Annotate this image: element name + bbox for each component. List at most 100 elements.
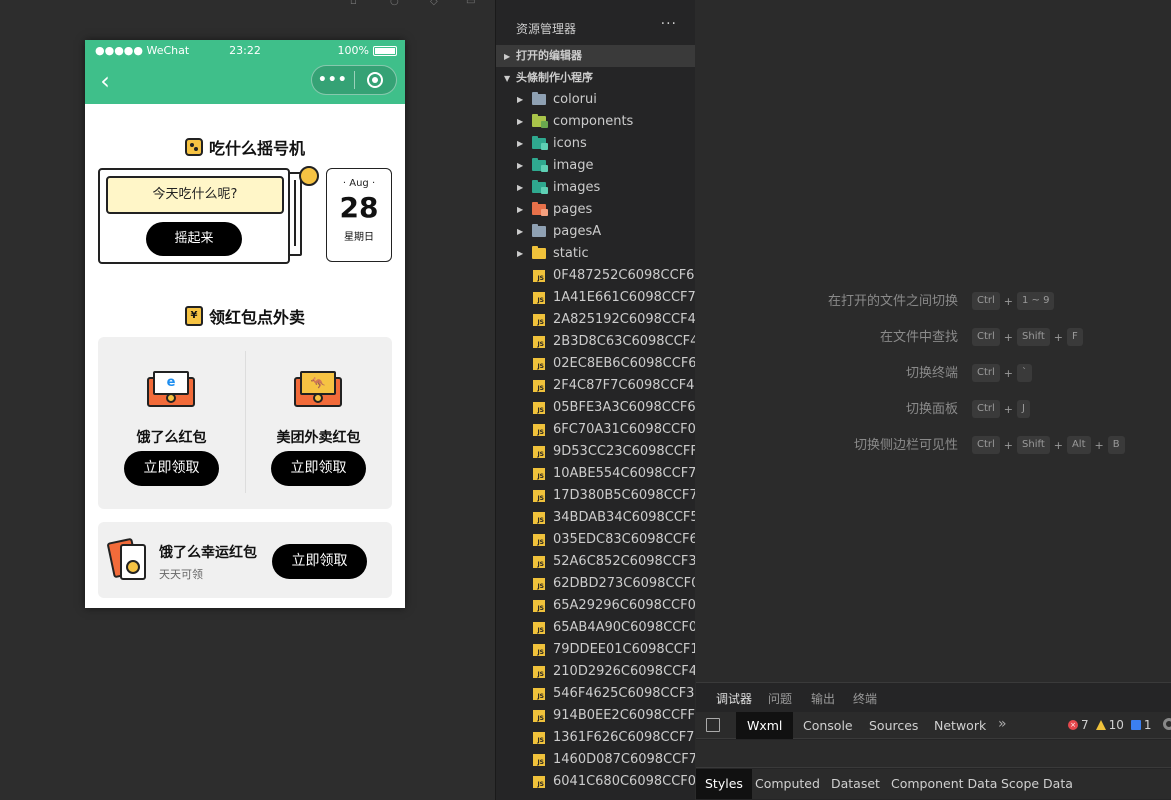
gear-icon[interactable]	[1163, 718, 1171, 730]
folder-row[interactable]: ▶ image	[496, 155, 695, 177]
chevron-right-icon: ▶	[517, 205, 524, 214]
back-arrow-icon[interactable]: ‹	[93, 69, 117, 94]
issue-counters[interactable]: × 7 10 1	[1068, 718, 1152, 732]
folder-icon	[532, 114, 548, 128]
tab-wxml[interactable]: Wxml	[736, 712, 794, 739]
folder-row[interactable]: ▶ components	[496, 111, 695, 133]
file-row[interactable]: JS 210D2926C6098CCF47...	[496, 661, 695, 683]
file-row[interactable]: JS 65AB4A90C6098CCF03...	[496, 617, 695, 639]
more-menu-button[interactable]: •••	[312, 72, 354, 88]
file-row[interactable]: JS 79DDEE01C6098CCF1F...	[496, 639, 695, 661]
file-name: 10ABE554C6098CCF76...	[553, 466, 695, 481]
more-actions-icon[interactable]: ···	[661, 16, 677, 32]
error-count: 7	[1081, 718, 1089, 732]
file-row[interactable]: JS 2B3D8C63C6098CCF4...	[496, 331, 695, 353]
file-row[interactable]: JS 2A825192C6098CCF4C...	[496, 309, 695, 331]
more-tabs-icon[interactable]: »	[998, 716, 1007, 732]
file-row[interactable]: JS 10ABE554C6098CCF76...	[496, 463, 695, 485]
file-row[interactable]: JS 1460D087C6098CCF72...	[496, 749, 695, 771]
tab-scope-data[interactable]: Scope Data	[992, 769, 1082, 799]
tab-problems[interactable]: 问题	[768, 690, 792, 707]
tab-terminal[interactable]: 终端	[853, 690, 877, 707]
plus-sign: +	[1003, 294, 1014, 308]
lever-handle[interactable]	[288, 172, 302, 256]
claim-lucky-button[interactable]: 立即领取	[272, 544, 367, 579]
open-editors-section[interactable]: ▶ 打开的编辑器	[496, 45, 695, 67]
file-row[interactable]: JS 035EDC83C6098CCF65...	[496, 529, 695, 551]
file-row[interactable]: JS 0F487252C6098CCF69...	[496, 265, 695, 287]
tab-output[interactable]: 输出	[811, 690, 835, 707]
explorer-title: 资源管理器	[516, 22, 577, 36]
claim-eleme-button[interactable]: 立即领取	[124, 451, 219, 486]
lever-ball-icon[interactable]	[299, 166, 319, 186]
file-name: 210D2926C6098CCF47...	[553, 664, 695, 679]
folder-row[interactable]: ▶ pages	[496, 199, 695, 221]
tab-component-data[interactable]: Component Data	[882, 769, 1006, 799]
file-row[interactable]: JS 62DBD273C6098CCF04...	[496, 573, 695, 595]
folder-row[interactable]: ▶ static	[496, 243, 695, 265]
chevron-right-icon: ▶	[504, 52, 511, 61]
file-row[interactable]: JS 2F4C87F7C6098CCF49...	[496, 375, 695, 397]
js-file-icon: JS	[533, 600, 545, 612]
tab-network[interactable]: Network	[923, 712, 997, 739]
file-row[interactable]: JS 1361F626C6098CCF75...	[496, 727, 695, 749]
shortcut-label: 切换侧边栏可见性	[853, 438, 958, 453]
toolbar-icon[interactable]: ◇	[430, 0, 438, 7]
tab-console[interactable]: Console	[792, 712, 864, 739]
file-name: 2A825192C6098CCF4C...	[553, 312, 695, 327]
status-bar: ●●●●● WeChat 23:22 100%	[85, 40, 405, 62]
file-row[interactable]: JS 6FC70A31C6098CCF09...	[496, 419, 695, 441]
file-name: 1460D087C6098CCF72...	[553, 752, 695, 767]
tab-dataset[interactable]: Dataset	[822, 769, 889, 799]
file-row[interactable]: JS 914B0EE2C6098CCFF7...	[496, 705, 695, 727]
toolbar-icon[interactable]: ▭	[466, 0, 475, 7]
js-file-icon: JS	[533, 754, 545, 766]
key-cap: J	[1017, 400, 1030, 418]
coupon-meituan: 🦘 美团外卖红包 立即领取	[245, 337, 392, 509]
js-file-icon: JS	[533, 380, 545, 392]
folder-row[interactable]: ▶ pagesA	[496, 221, 695, 243]
file-name: 17D380B5C6098CCF71...	[553, 488, 695, 503]
chevron-right-icon: ▶	[517, 183, 524, 192]
close-miniprogram-button[interactable]	[354, 72, 396, 88]
claim-meituan-button[interactable]: 立即领取	[271, 451, 366, 486]
toolbar-icon[interactable]: ▫	[350, 0, 357, 7]
js-file-icon: JS	[533, 776, 545, 788]
editor-welcome: 在打开的文件之间切换 Ctrl +1 ~ 9 在文件中查找 Ctrl + Shift + F 切换…	[696, 0, 1171, 682]
shortcut-label: 在打开的文件之间切换	[827, 294, 958, 309]
folder-row[interactable]: ▶ images	[496, 177, 695, 199]
folder-name: components	[553, 114, 634, 129]
lucky-subtitle: 天天可领	[159, 568, 203, 581]
file-row[interactable]: JS 52A6C852C6098CCF34...	[496, 551, 695, 573]
file-row[interactable]: JS 546F4625C6098CCF32...	[496, 683, 695, 705]
tab-computed[interactable]: Computed	[746, 769, 829, 799]
inspect-element-icon[interactable]	[706, 718, 720, 732]
key-cap: Ctrl	[972, 436, 1000, 454]
toolbar-icon[interactable]: ○	[390, 0, 399, 7]
tab-sources[interactable]: Sources	[858, 712, 929, 739]
js-file-icon: JS	[533, 512, 545, 524]
file-name: 1A41E661C6098CCF7C...	[553, 290, 695, 305]
file-row[interactable]: JS 02EC8EB6C6098CCF64...	[496, 353, 695, 375]
file-row[interactable]: JS 05BFE3A3C6098CCF63...	[496, 397, 695, 419]
tab-styles[interactable]: Styles	[696, 769, 752, 799]
js-file-icon: JS	[533, 732, 545, 744]
key-cap: B	[1107, 436, 1125, 454]
folder-row[interactable]: ▶ icons	[496, 133, 695, 155]
folder-row[interactable]: ▶ colorui	[496, 89, 695, 111]
folder-name: static	[553, 246, 589, 261]
info-icon	[1130, 720, 1141, 730]
shake-button[interactable]: 摇起来	[146, 222, 242, 256]
folder-icon	[532, 136, 548, 150]
tab-debugger[interactable]: 调试器	[716, 690, 753, 713]
file-row[interactable]: JS 65A29296C6098CCF03...	[496, 595, 695, 617]
file-row[interactable]: JS 6041C680C6098CCF06...	[496, 771, 695, 793]
file-row[interactable]: JS 9D53CC23C6098CCFFB...	[496, 441, 695, 463]
file-row[interactable]: JS 1A41E661C6098CCF7C...	[496, 287, 695, 309]
folder-icon	[532, 180, 548, 194]
file-row[interactable]: JS 34BDAB34C6098CCF52...	[496, 507, 695, 529]
file-row[interactable]: JS 17D380B5C6098CCF71...	[496, 485, 695, 507]
warning-icon	[1095, 720, 1106, 730]
phone-screen: ●●●●● WeChat 23:22 100% ‹ ••• 吃什么摇号机 今天吃…	[85, 40, 405, 608]
project-section[interactable]: ▼ 头條制作小程序	[496, 67, 695, 89]
